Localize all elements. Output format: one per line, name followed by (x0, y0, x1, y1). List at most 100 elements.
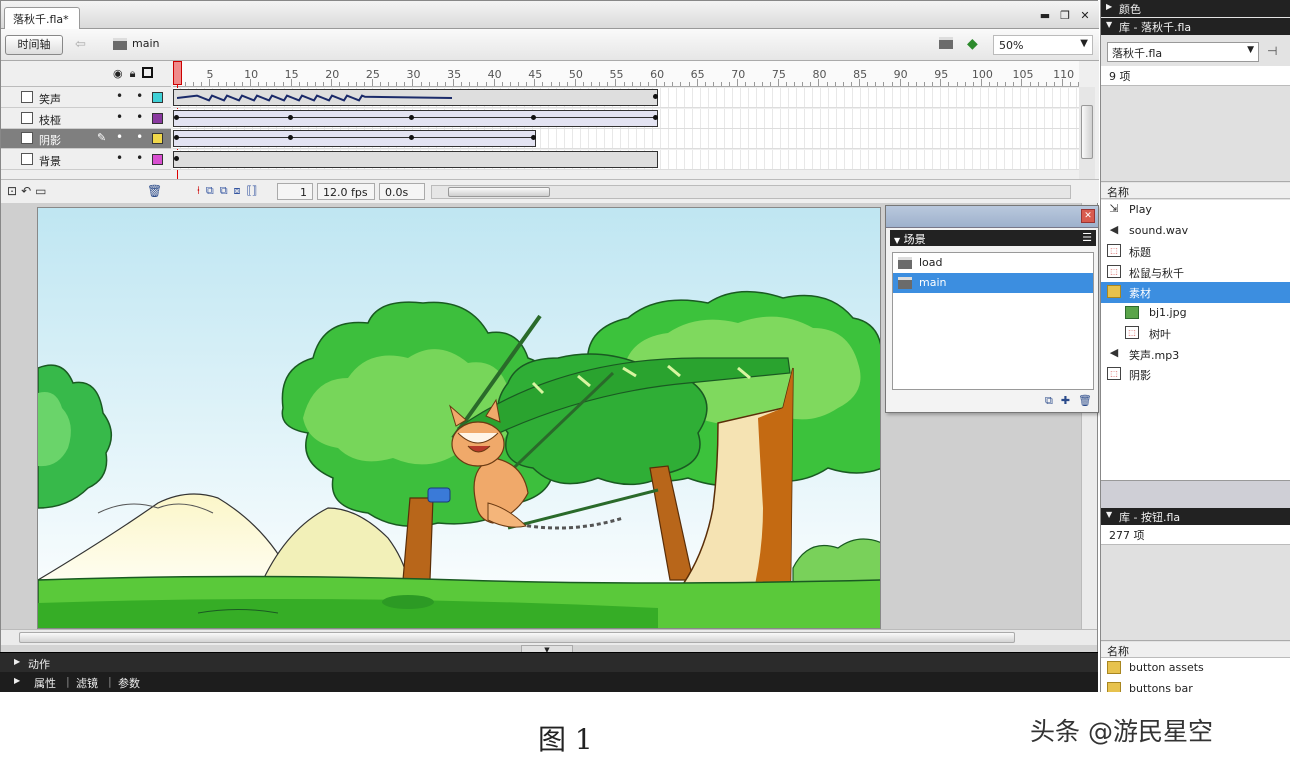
minimize-icon[interactable]: ▬ (1039, 9, 1051, 22)
add-motion-guide-icon[interactable]: ↶ (21, 184, 31, 198)
layer-row[interactable]: 背景 •• (1, 149, 171, 170)
library-item[interactable]: ⬚ 阴影 (1101, 364, 1290, 385)
library-item[interactable]: ⬚ 树叶 (1101, 323, 1290, 344)
layer-outline-color[interactable] (152, 153, 163, 165)
library-item[interactable]: ◀ sound.wav (1101, 221, 1290, 242)
collapse-triangle-icon[interactable]: ▼ (894, 236, 900, 245)
modify-onion-markers-icon[interactable]: ⟦⟧ (247, 184, 258, 198)
keyframe[interactable] (174, 114, 179, 120)
outline-icon[interactable] (142, 67, 154, 78)
frame-row[interactable] (173, 149, 1079, 170)
actions-panel-header[interactable]: ▶ 动作 (0, 652, 1098, 672)
library-item[interactable]: 素材 (1101, 282, 1290, 303)
add-scene-icon[interactable]: ✚ (1061, 394, 1070, 408)
edit-symbol-icon[interactable]: ◆ (967, 36, 978, 52)
delete-scene-icon[interactable]: 🗑︎ (1078, 394, 1092, 408)
library-item-name: 标题 (1129, 246, 1151, 259)
scroll-thumb[interactable] (1081, 105, 1093, 159)
scene-list-item[interactable]: load (893, 253, 1093, 273)
document-tab[interactable]: 落秋千.fla* (4, 7, 80, 29)
close-icon[interactable]: ✕ (1081, 209, 1095, 223)
duplicate-scene-icon[interactable]: ⧉ (1045, 394, 1053, 408)
ruler-tick (834, 82, 836, 86)
stage-horizontal-scrollbar[interactable] (1, 629, 1097, 645)
options-menu-icon[interactable]: ☰ (1082, 231, 1092, 244)
scene-list-item[interactable]: main (893, 273, 1093, 293)
playhead-handle[interactable] (173, 61, 182, 85)
insert-folder-icon[interactable]: ▭ (35, 184, 46, 198)
layer-row[interactable]: 笑声 •• (1, 88, 171, 108)
layer-outline-color[interactable] (152, 92, 163, 103)
scroll-thumb[interactable] (19, 632, 1015, 643)
frame-span[interactable] (173, 130, 537, 147)
timeline-vertical-scrollbar[interactable] (1079, 87, 1095, 179)
expand-triangle-icon[interactable]: ▶ (14, 657, 20, 666)
layer-visibility-lock-dots[interactable]: •• (116, 110, 156, 124)
library-item[interactable]: bj1.jpg (1101, 303, 1290, 324)
stage[interactable] (37, 207, 881, 629)
layer-outline-color[interactable] (152, 133, 163, 144)
library-item[interactable]: ⬚ 松鼠与秋千 (1101, 262, 1290, 283)
library-item[interactable]: ◀ 笑声.mp3 (1101, 344, 1290, 365)
insert-layer-icon[interactable]: ⊡ (7, 184, 17, 198)
frame-span[interactable] (173, 150, 659, 168)
layer-outline-color[interactable] (152, 112, 163, 124)
frame-rate-box[interactable]: 12.0 fps (317, 183, 375, 200)
library2-panel-header[interactable]: ▼ 库 - 按钮.fla (1101, 508, 1290, 525)
close-icon[interactable]: ✕ (1079, 9, 1091, 22)
onion-skin-icon[interactable]: ⧉ (206, 184, 214, 198)
library-panel-header[interactable]: ▼ 库 - 落秋千.fla (1101, 18, 1290, 35)
library2-item[interactable]: buttons bar (1101, 679, 1290, 692)
frame-row[interactable] (173, 88, 1079, 108)
layer-visibility-lock-dots[interactable]: •• (116, 130, 156, 144)
keyframe[interactable] (287, 114, 293, 120)
onion-skin-outline-icon[interactable]: ⧉ (220, 184, 228, 198)
zoom-select[interactable]: 50% ▼ (993, 35, 1093, 55)
tab-properties[interactable]: 属性 (34, 675, 56, 691)
ruler-tick (786, 82, 787, 86)
back-arrow-icon[interactable]: ⇦ (75, 37, 86, 52)
layer-visibility-lock-dots[interactable]: •• (116, 151, 156, 165)
scene-breadcrumb[interactable]: main (113, 37, 159, 50)
keyframe[interactable] (653, 114, 659, 120)
scene-panel-titlebar[interactable] (886, 206, 1098, 228)
library-item[interactable]: ⬚ 标题 (1101, 241, 1290, 262)
library2-name-column-header[interactable]: 名称 (1101, 642, 1290, 658)
tab-filters[interactable]: 滤镜 (76, 675, 98, 691)
library-item[interactable]: ⇲ Play (1101, 200, 1290, 221)
tab-parameters[interactable]: 参数 (118, 675, 140, 691)
keyframe[interactable] (287, 135, 293, 140)
keyframe[interactable] (174, 135, 179, 140)
timeline-toggle-button[interactable]: 时间轴 (5, 35, 63, 55)
frame-ruler[interactable]: 5 10 15 20 25 30 35 40 45 50 55 60 65 70 75 80 85 90 95 100… (173, 61, 1080, 87)
center-frame-icon[interactable]: ⍿ (197, 184, 200, 198)
eye-icon[interactable]: ◉ (113, 67, 123, 81)
ruler-tick (964, 82, 966, 86)
library-name-column-header[interactable]: 名称 (1101, 183, 1290, 199)
ruler-tick (298, 82, 300, 86)
lock-icon[interactable]: 🔒︎ (130, 67, 136, 81)
ruler-frame-number: 75 (771, 68, 786, 81)
edit-scene-icon[interactable] (939, 37, 953, 49)
ruler-tick (721, 82, 723, 86)
frame-row[interactable] (173, 108, 1079, 129)
keyframe[interactable] (531, 114, 537, 120)
color-panel-header[interactable]: ▶ 颜色 (1101, 0, 1290, 17)
ruler-frame-number: 15 (284, 68, 299, 81)
layer-row[interactable]: 阴影 ✎ •• (1, 129, 171, 149)
restore-icon[interactable]: ❐ (1059, 9, 1071, 22)
timeline-horizontal-scrollbar[interactable] (431, 185, 1071, 199)
library2-item[interactable]: button assets (1101, 658, 1290, 679)
expand-triangle-icon[interactable]: ▶ (14, 676, 20, 685)
keyframe[interactable] (174, 155, 179, 161)
frame-row[interactable] (173, 129, 1079, 149)
layer-visibility-lock-dots[interactable]: •• (116, 89, 156, 103)
delete-layer-icon[interactable]: 🗑︎ (147, 184, 162, 198)
layer-row[interactable]: 枝桠 •• (1, 108, 171, 129)
ruler-tick (282, 82, 284, 86)
library-document-select[interactable]: 落秋千.fla ▼ (1107, 42, 1259, 62)
frame-span[interactable] (173, 109, 659, 127)
pin-library-icon[interactable]: ⊣ (1267, 44, 1277, 58)
edit-multiple-frames-icon[interactable]: ⧈ (234, 184, 241, 198)
scroll-thumb[interactable] (448, 187, 550, 197)
